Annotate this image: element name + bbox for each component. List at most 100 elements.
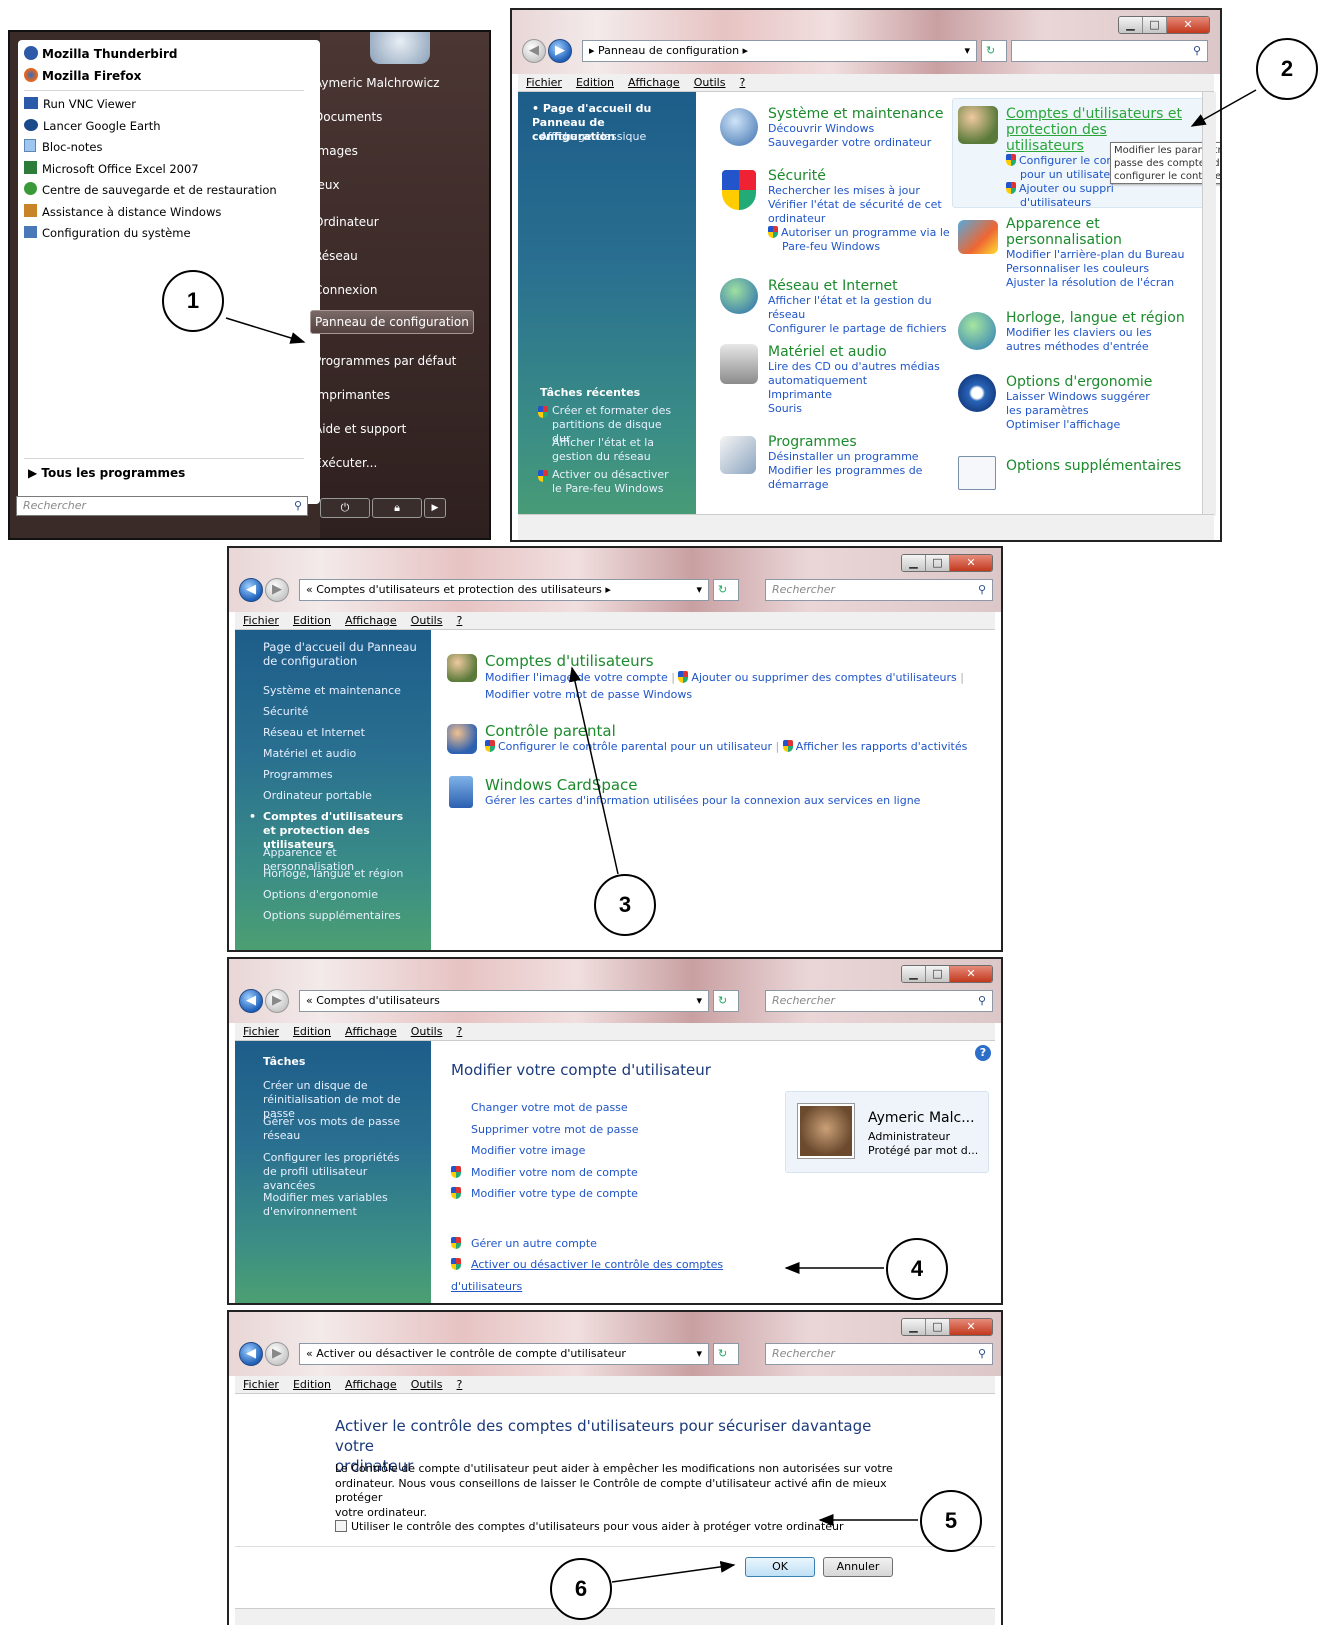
close-icon[interactable]: ✕ bbox=[950, 966, 992, 982]
menu-tools[interactable]: Outils bbox=[411, 612, 443, 629]
category-hardware[interactable]: Matériel et audio Lire des CD ou d'autre… bbox=[768, 344, 948, 416]
category-programs[interactable]: Programmes Désinstaller un programme Mod… bbox=[768, 434, 948, 492]
start-item-connect[interactable]: Connexion bbox=[314, 283, 378, 297]
chevron-down-icon[interactable]: ▾ bbox=[696, 991, 702, 1011]
category-system[interactable]: Système et maintenance Découvrir Windows… bbox=[768, 106, 948, 150]
start-item-run[interactable]: Exécuter... bbox=[314, 456, 377, 470]
forward-button[interactable]: ▶ bbox=[265, 578, 289, 602]
maximize-icon[interactable]: □ bbox=[926, 555, 950, 571]
task-link[interactable]: Configurer les propriétés de profil util… bbox=[263, 1151, 413, 1193]
forward-button[interactable]: ▶ bbox=[265, 989, 289, 1013]
section-link[interactable]: Gérer les cartes d'information utilisées… bbox=[485, 794, 995, 808]
left-link[interactable]: Réseau et Internet bbox=[263, 726, 365, 740]
minimize-icon[interactable]: ▁ bbox=[902, 1319, 926, 1335]
start-item-games[interactable]: Jeux bbox=[314, 178, 340, 192]
help-icon[interactable]: ? bbox=[975, 1045, 991, 1061]
left-link[interactable]: Options supplémentaires bbox=[263, 909, 401, 923]
section-link[interactable]: Configurer le contrôle parental pour un … bbox=[498, 740, 772, 753]
menu-tools[interactable]: Outils bbox=[411, 1023, 443, 1040]
menu-help[interactable]: ? bbox=[456, 1376, 462, 1393]
recent-task[interactable]: Afficher l'état et la gestion du réseau bbox=[552, 436, 692, 464]
back-button[interactable]: ◀ bbox=[239, 1342, 263, 1366]
start-item-computer[interactable]: Ordinateur bbox=[314, 215, 379, 229]
minimize-icon[interactable]: ▁ bbox=[1119, 17, 1143, 33]
menu-edit[interactable]: Edition bbox=[293, 1376, 331, 1393]
menu-edit[interactable]: Edition bbox=[293, 612, 331, 629]
lock-icon[interactable]: 🔒︎ bbox=[372, 498, 422, 518]
recent-item[interactable]: Centre de sauvegarde et de restauration bbox=[24, 180, 314, 202]
account-link[interactable]: Changer votre mot de passe bbox=[451, 1097, 771, 1119]
minimize-icon[interactable]: ▁ bbox=[902, 555, 926, 571]
left-link[interactable]: Programmes bbox=[263, 768, 333, 782]
maximize-icon[interactable]: □ bbox=[926, 1319, 950, 1335]
maximize-icon[interactable]: □ bbox=[926, 966, 950, 982]
minimize-icon[interactable]: ▁ bbox=[902, 966, 926, 982]
account-link[interactable]: Modifier votre type de compte bbox=[471, 1187, 638, 1200]
section-title[interactable]: Comptes d'utilisateurs bbox=[485, 652, 995, 670]
search-input[interactable]: Rechercher ⚲ bbox=[765, 1343, 993, 1365]
section-link[interactable]: Ajouter ou supprimer des comptes d'utili… bbox=[691, 671, 956, 684]
start-item-images[interactable]: Images bbox=[314, 144, 358, 158]
menu-help[interactable]: ? bbox=[739, 74, 745, 91]
menu-view[interactable]: Affichage bbox=[628, 74, 680, 91]
account-link[interactable]: Modifier votre nom de compte bbox=[471, 1166, 638, 1179]
menu-tools[interactable]: Outils bbox=[411, 1376, 443, 1393]
scrollbar[interactable] bbox=[1202, 92, 1216, 516]
menu-tools[interactable]: Outils bbox=[694, 74, 726, 91]
chevron-down-icon[interactable]: ▾ bbox=[696, 580, 702, 600]
recent-item[interactable]: Assistance à distance Windows bbox=[24, 202, 314, 224]
close-icon[interactable]: ✕ bbox=[1167, 17, 1209, 33]
menu-view[interactable]: Affichage bbox=[345, 1023, 397, 1040]
pinned-thunderbird[interactable]: Mozilla Thunderbird bbox=[24, 44, 304, 64]
section-link[interactable]: Modifier votre mot de passe Windows bbox=[485, 688, 995, 702]
category-security[interactable]: Sécurité Rechercher les mises à jour Vér… bbox=[768, 168, 958, 254]
menu-edit[interactable]: Edition bbox=[576, 74, 614, 91]
maximize-icon[interactable]: □ bbox=[1143, 17, 1167, 33]
menu-view[interactable]: Affichage bbox=[345, 1376, 397, 1393]
back-button[interactable]: ◀ bbox=[239, 989, 263, 1013]
refresh-button[interactable]: ↻ bbox=[713, 990, 739, 1012]
left-link[interactable]: Options d'ergonomie bbox=[263, 888, 378, 902]
ok-button[interactable]: OK bbox=[745, 1557, 815, 1577]
back-button[interactable]: ◀ bbox=[522, 39, 546, 63]
close-icon[interactable]: ✕ bbox=[950, 555, 992, 571]
start-item-documents[interactable]: Documents bbox=[314, 110, 382, 124]
menu-view[interactable]: Affichage bbox=[345, 612, 397, 629]
menu-edit[interactable]: Edition bbox=[293, 1023, 331, 1040]
menu-file[interactable]: Fichier bbox=[243, 1023, 279, 1040]
menu-file[interactable]: Fichier bbox=[526, 74, 562, 91]
section-link[interactable]: Modifier l'image de votre compte bbox=[485, 671, 668, 684]
account-link[interactable]: Supprimer votre mot de passe bbox=[451, 1119, 771, 1141]
start-item-printers[interactable]: Imprimantes bbox=[314, 388, 390, 402]
start-item-help[interactable]: Aide et support bbox=[314, 422, 406, 436]
address-bar[interactable]: ▸ Panneau de configuration ▸ ▾ bbox=[582, 40, 977, 62]
address-bar[interactable]: « Comptes d'utilisateurs ▾ bbox=[299, 990, 709, 1012]
left-link[interactable]: Page d'accueil du Panneau de configurati… bbox=[263, 640, 423, 668]
search-input[interactable]: ⚲ bbox=[1011, 40, 1208, 62]
all-programs[interactable]: ▶ Tous les programmes bbox=[28, 466, 185, 480]
recent-item[interactable]: Configuration du système bbox=[24, 223, 314, 245]
left-link[interactable]: Ordinateur portable bbox=[263, 789, 372, 803]
chevron-down-icon[interactable]: ▾ bbox=[696, 1344, 702, 1364]
recent-item[interactable]: Bloc-notes bbox=[24, 137, 314, 159]
account-link[interactable]: Gérer un autre compte bbox=[471, 1237, 597, 1250]
task-link[interactable]: Gérer vos mots de passe réseau bbox=[263, 1115, 423, 1143]
back-button[interactable]: ◀ bbox=[239, 578, 263, 602]
forward-button[interactable]: ▶ bbox=[548, 39, 572, 63]
forward-button[interactable]: ▶ bbox=[265, 1342, 289, 1366]
left-classic-link[interactable]: Affichage classique bbox=[540, 130, 646, 144]
address-bar[interactable]: « Comptes d'utilisateurs et protection d… bbox=[299, 579, 709, 601]
section-link[interactable]: Afficher les rapports d'activités bbox=[796, 740, 968, 753]
chevron-right-icon[interactable]: ▶ bbox=[424, 498, 446, 518]
category-appearance[interactable]: Apparence et personnalisation Modifier l… bbox=[1006, 216, 1196, 290]
power-icon[interactable]: ⏻ bbox=[320, 498, 370, 518]
refresh-button[interactable]: ↻ bbox=[713, 1343, 739, 1365]
refresh-button[interactable]: ↻ bbox=[981, 40, 1007, 62]
recent-item[interactable]: Run VNC Viewer bbox=[24, 94, 314, 116]
cancel-button[interactable]: Annuler bbox=[823, 1557, 893, 1577]
uac-checkbox[interactable] bbox=[335, 1520, 347, 1532]
recent-task[interactable]: Activer ou désactiver le Pare-feu Window… bbox=[538, 468, 680, 496]
category-clock[interactable]: Horloge, langue et région Modifier les c… bbox=[1006, 310, 1186, 354]
recent-item[interactable]: Lancer Google Earth bbox=[24, 116, 314, 138]
section-title[interactable]: Contrôle parental bbox=[485, 722, 995, 740]
